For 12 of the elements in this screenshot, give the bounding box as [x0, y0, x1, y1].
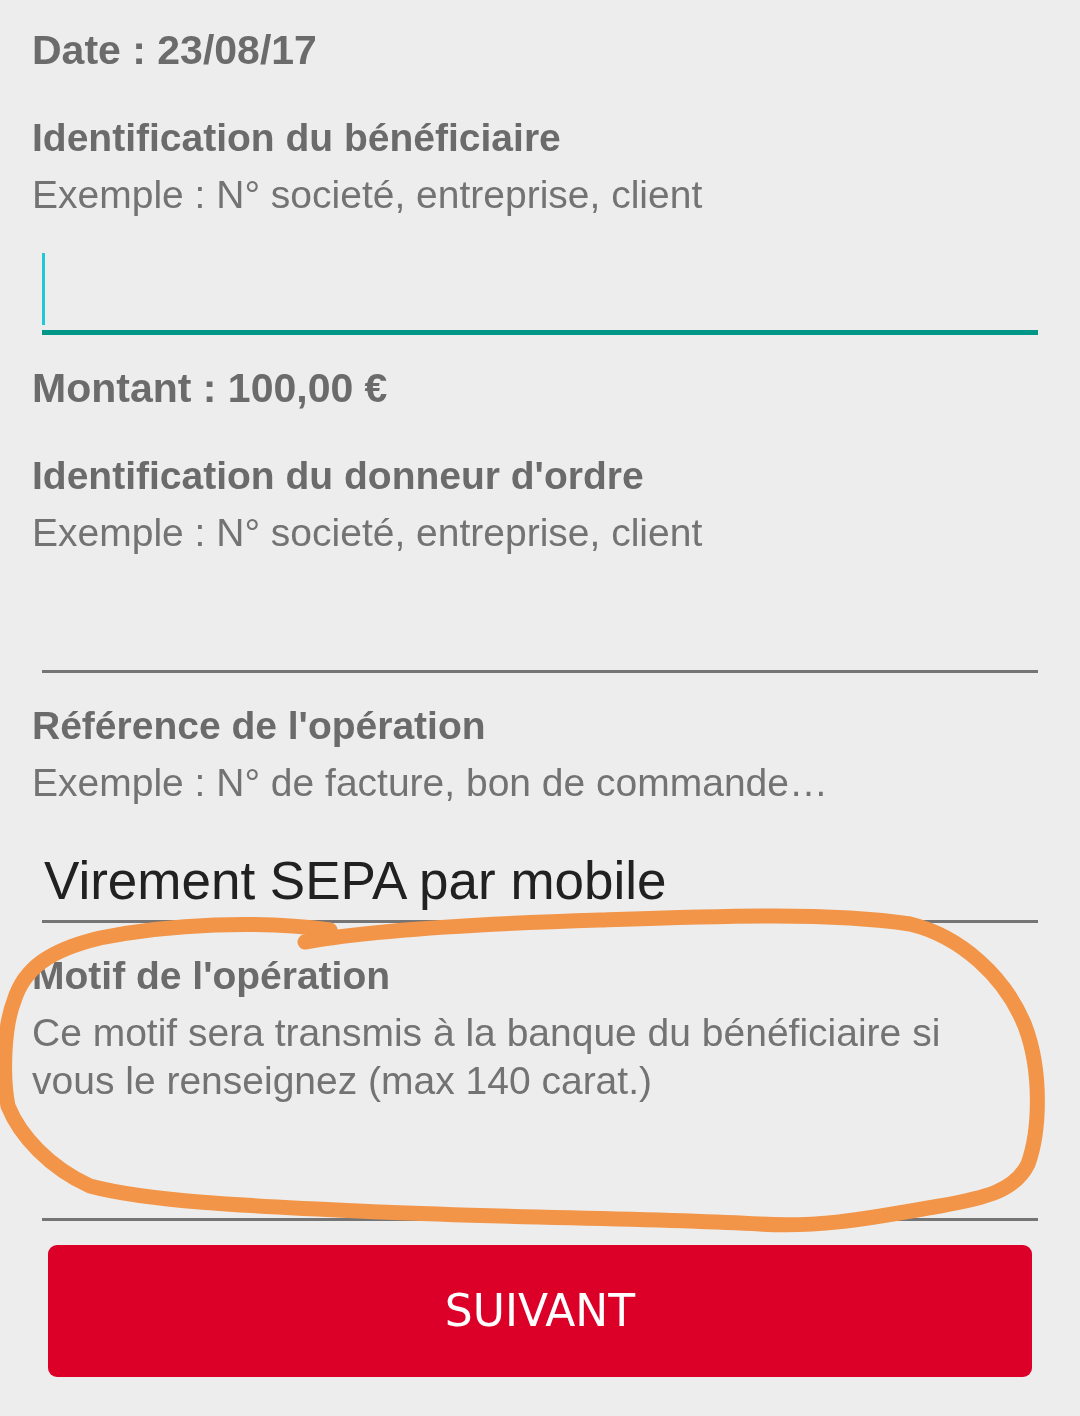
- input-field[interactable]: Virement SEPA par mobile: [42, 823, 1038, 923]
- field-label: Identification du donneur d'ordre: [32, 453, 645, 499]
- field-label: Référence de l'opération: [32, 703, 487, 749]
- info-text: Date : 23/08/17: [32, 26, 318, 74]
- field-hint: Exemple : N° societé, entreprise, client: [32, 510, 704, 556]
- info-text: Montant : 100,00 €: [32, 364, 389, 412]
- next-button[interactable]: SUIVANT: [48, 1245, 1032, 1377]
- field-hint: Exemple : N° societé, entreprise, client: [32, 172, 704, 218]
- field-label: Identification du bénéficiaire: [32, 115, 562, 161]
- field-hint: Ce motif sera transmis à la banque du bénéficiaire si vous le renseignez (max 140 carat.): [32, 1010, 942, 1104]
- text-cursor-icon: [42, 253, 45, 325]
- field-hint: Exemple : N° de facture, bon de commande…: [32, 760, 829, 806]
